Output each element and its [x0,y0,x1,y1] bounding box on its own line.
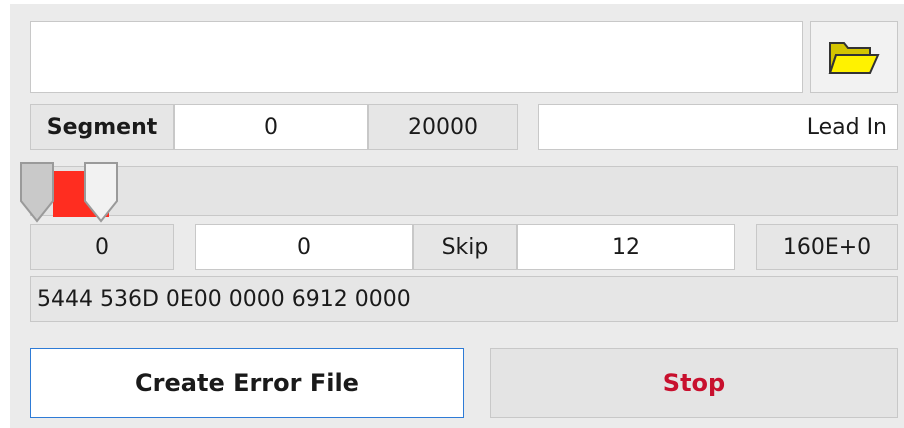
browse-button[interactable] [810,21,898,93]
position-a-field: 0 [30,224,174,270]
range-end-thumb[interactable] [83,161,119,223]
rate-field: 160E+0 [756,224,898,270]
segment-label: Segment [30,104,174,150]
range-start-thumb[interactable] [19,161,55,223]
create-error-file-button[interactable]: Create Error File [30,348,464,418]
range-slider[interactable] [20,162,898,223]
folder-open-icon [828,42,880,74]
file-path-input[interactable] [30,21,803,93]
mode-field[interactable]: Lead In [538,104,898,150]
stop-button[interactable]: Stop [490,348,898,418]
skip-count-field[interactable]: 12 [517,224,735,270]
hex-data-field: 5444 536D 0E00 0000 6912 0000 [30,276,898,322]
skip-button[interactable]: Skip [413,224,517,270]
segment-start-field[interactable]: 0 [174,104,368,150]
position-b-field[interactable]: 0 [195,224,413,270]
segment-end-field: 20000 [368,104,518,150]
